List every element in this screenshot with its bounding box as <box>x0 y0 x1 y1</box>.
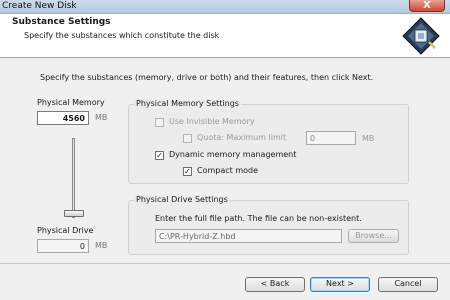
intro-text: Specify the substances (memory, drive or… <box>40 73 374 82</box>
memory-drive-slider-track[interactable] <box>72 138 75 218</box>
footer-separator <box>0 263 450 264</box>
physical-drive-input[interactable]: 0 <box>37 239 89 253</box>
physical-memory-label: Physical Memory <box>37 98 105 107</box>
drive-path-input[interactable]: C:\PR-Hybrid-Z.hbd <box>155 229 342 243</box>
physical-memory-input[interactable]: 4560 <box>37 111 89 125</box>
quota-checkbox[interactable] <box>183 134 192 143</box>
checkmark-icon: ✓ <box>184 167 191 176</box>
compact-mode-checkbox[interactable]: ✓ <box>183 167 192 176</box>
physical-drive-unit: MB <box>95 241 108 250</box>
memory-settings-title: Physical Memory Settings <box>134 99 241 108</box>
physical-memory-unit: MB <box>95 113 108 122</box>
memory-settings-group: Physical Memory Settings <box>128 99 409 184</box>
drive-hint-text: Enter the full file path. The file can b… <box>155 214 362 223</box>
drive-settings-group: Physical Drive Settings <box>128 195 409 255</box>
header-subtitle: Specify the substances which constitute … <box>24 31 220 40</box>
dynamic-memory-label: Dynamic memory management <box>169 150 297 159</box>
close-icon[interactable]: X <box>423 0 431 11</box>
checkmark-icon: ✓ <box>156 151 163 160</box>
use-invisible-memory-checkbox[interactable] <box>155 118 164 127</box>
header-title: Substance Settings <box>12 17 111 27</box>
dynamic-memory-checkbox[interactable]: ✓ <box>155 151 164 160</box>
memory-drive-slider-thumb[interactable] <box>64 210 84 217</box>
compact-mode-label: Compact mode <box>197 166 259 175</box>
browse-button[interactable]: Browse... <box>348 229 399 243</box>
next-button[interactable]: Next > <box>310 277 370 292</box>
title-bar: Create New Disk X <box>0 0 450 14</box>
close-button[interactable]: X <box>409 0 445 12</box>
disk-icon <box>402 17 440 55</box>
back-button[interactable]: < Back <box>245 277 305 292</box>
wizard-header: Substance Settings Specify the substance… <box>0 14 450 58</box>
cancel-button[interactable]: Cancel <box>378 277 438 292</box>
use-invisible-memory-label: Use Invisible Memory <box>169 117 255 126</box>
physical-drive-label: Physical Drive <box>37 226 94 235</box>
drive-settings-title: Physical Drive Settings <box>134 195 230 204</box>
quota-input[interactable]: 0 <box>306 131 356 145</box>
window-title: Create New Disk <box>2 1 77 11</box>
quota-label: Quota: Maximum limit <box>197 133 287 142</box>
quota-unit: MB <box>362 134 375 143</box>
